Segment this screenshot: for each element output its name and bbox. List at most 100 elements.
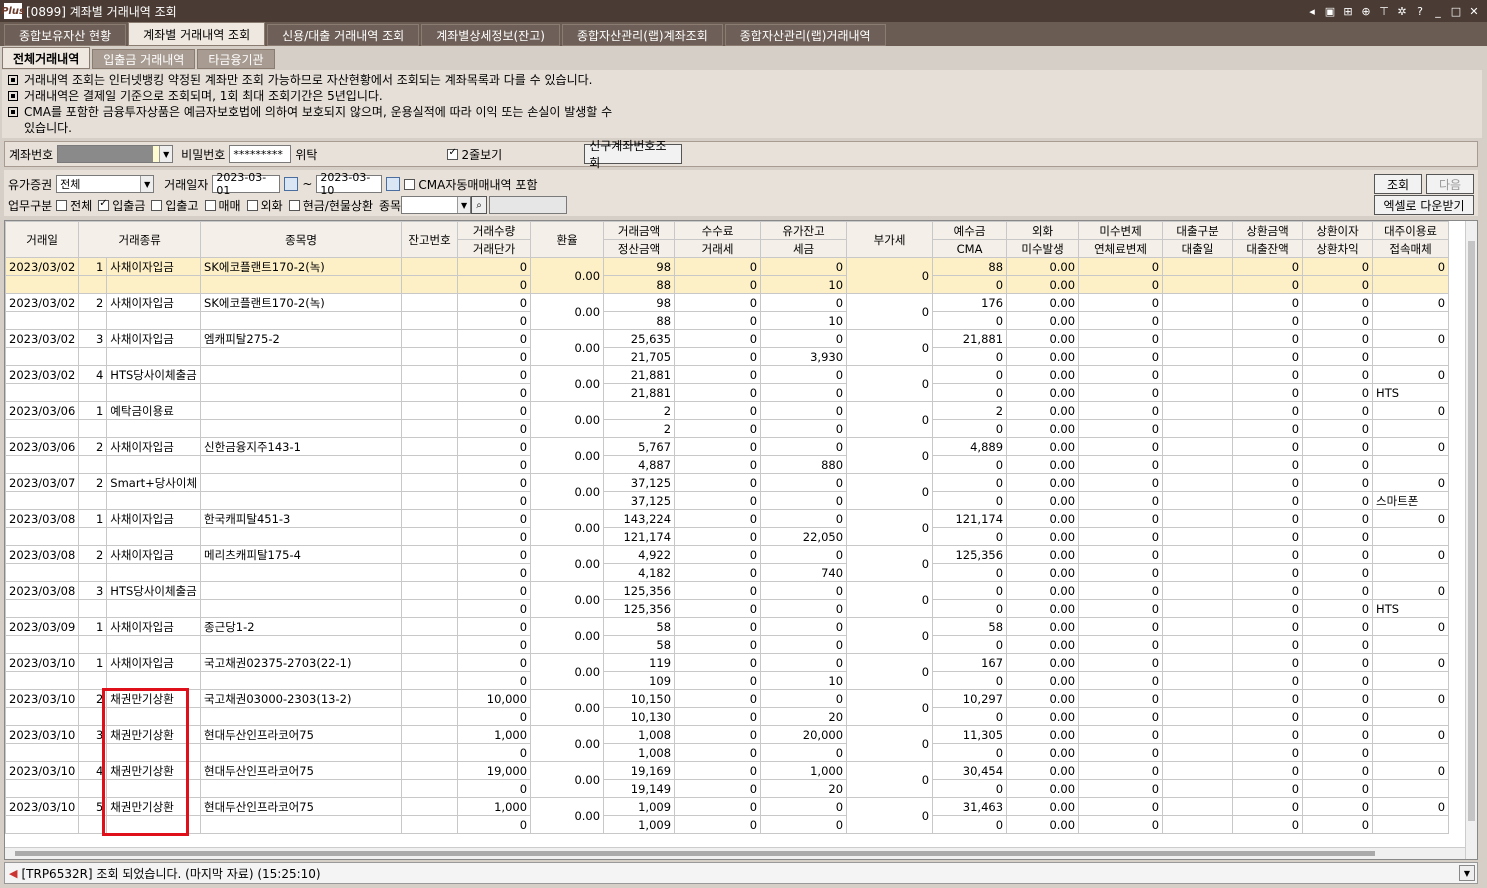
- table-row[interactable]: 2023/03/08 3 HTS당사이체출금 0 0.00 125,356 0 0 0 0 0.00…: [5, 581, 1450, 618]
- table-row[interactable]: 2023/03/10 5 채권만기상환 현대두산인프라코어75 1,000 0.00 1,0…: [5, 797, 1450, 834]
- cma-checkbox[interactable]: [404, 178, 416, 190]
- tab-wrap-history[interactable]: 종합자산관리(랩)거래내역: [724, 24, 886, 46]
- link-icon[interactable]: ⊞: [1341, 5, 1355, 18]
- cell-date: 2023/03/10: [5, 689, 80, 708]
- calendar-icon[interactable]: [386, 177, 401, 191]
- table-row[interactable]: 2023/03/08 2 사채이자입금 메리츠캐피탈175-4 0 0.00 4,922 0 0…: [5, 545, 1450, 582]
- cell-qty: 0: [457, 617, 532, 636]
- cell-qty: 10,000: [457, 689, 532, 708]
- table-row-sub[interactable]: 0 4,887 0 880 0 0.00 0 0 0: [5, 455, 1450, 474]
- next-button[interactable]: 다음: [1426, 174, 1474, 194]
- tab-account-history[interactable]: 계좌별 거래내역 조회: [128, 22, 266, 46]
- cell-overdue-repay: 0: [1078, 491, 1164, 510]
- cell-date: 2023/03/06: [5, 401, 80, 420]
- chevron-down-icon[interactable]: ▼: [159, 146, 173, 162]
- scroll-thumb[interactable]: [15, 851, 1375, 856]
- zoom-icon[interactable]: ⊕: [1359, 5, 1373, 18]
- table-row[interactable]: 2023/03/07 2 Smart+당사이체 0 0.00 37,125 0 0 0 0 0.00…: [5, 473, 1450, 510]
- cell-repay-interest: 0: [1302, 293, 1374, 312]
- table-row[interactable]: 2023/03/06 1 예탁금이용료 0 0.00 2 0 0 0 2 0.00 0 0 0 0: [5, 401, 1450, 438]
- tab-other-institution[interactable]: 타금융기관: [197, 49, 275, 69]
- opt-deposit-checkbox[interactable]: [98, 198, 110, 211]
- tab-asset-status[interactable]: 종합보유자산 현황: [4, 24, 127, 46]
- minimize-icon[interactable]: _: [1431, 5, 1445, 18]
- table-row-sub[interactable]: 0 109 0 10 0 0.00 0 0 0: [5, 671, 1450, 690]
- cell-type: 사채이자입금: [106, 509, 202, 528]
- date-from-input[interactable]: 2023-03-01: [212, 171, 281, 197]
- table-row[interactable]: 2023/03/09 1 사채이자입금 종근당1-2 0 0.00 58 0 0 0 58 0.00 0…: [5, 617, 1450, 654]
- col-name: 종목명: [200, 221, 403, 258]
- password-input[interactable]: *********: [229, 145, 292, 163]
- maximize-icon[interactable]: □: [1449, 5, 1463, 18]
- tab-account-detail[interactable]: 계좌별상세정보(잔고): [421, 24, 560, 46]
- settings-icon[interactable]: ✲: [1395, 5, 1409, 18]
- table-row[interactable]: 2023/03/10 1 사채이자입금 국고채권02375-2703(22-1) 0 0.…: [5, 653, 1450, 690]
- opt-fx-checkbox[interactable]: [246, 199, 258, 211]
- table-row-sub[interactable]: 0 88 0 10 0 0.00 0 0 0: [5, 311, 1450, 330]
- cell-overdue-repay: 0: [1078, 707, 1164, 726]
- table-row[interactable]: 2023/03/02 1 사채이자입금 SK에코플랜트170-2(녹) 0 0.00 98 0…: [5, 257, 1450, 294]
- vertical-scrollbar[interactable]: [1465, 221, 1477, 859]
- table-row-sub[interactable]: 0 4,182 0 740 0 0.00 0 0 0: [5, 563, 1450, 582]
- page-icon[interactable]: ▣: [1323, 5, 1337, 18]
- cell-loan-date: [1162, 275, 1234, 294]
- table-row-sub[interactable]: 0 1,008 0 0 0 0.00 0 0 0: [5, 743, 1450, 762]
- chevron-down-icon[interactable]: ▼: [140, 176, 154, 192]
- table-row-sub[interactable]: 0 10,130 0 20 0 0.00 0 0 0: [5, 707, 1450, 726]
- table-row[interactable]: 2023/03/10 3 채권만기상환 현대두산인프라코어75 1,000 0.00 1,0…: [5, 725, 1450, 762]
- tab-credit-loan[interactable]: 신용/대출 거래내역 조회: [267, 24, 420, 46]
- table-row[interactable]: 2023/03/02 2 사채이자입금 SK에코플랜트170-2(녹) 0 0.00 98 0…: [5, 293, 1450, 330]
- account-select[interactable]: ▼: [57, 145, 174, 163]
- table-row-sub[interactable]: 0 21,881 0 0 0 0.00 0 0 0 HTS: [5, 383, 1450, 402]
- opt-all-checkbox[interactable]: [56, 199, 68, 211]
- opt-cash-checkbox[interactable]: [288, 199, 300, 211]
- chevron-down-icon[interactable]: ▼: [457, 197, 471, 213]
- opt-transfer-checkbox[interactable]: [151, 199, 163, 211]
- chevron-down-icon[interactable]: ▼: [1459, 865, 1475, 881]
- search-button[interactable]: 조회: [1374, 174, 1422, 194]
- horizontal-scrollbar[interactable]: [5, 847, 1465, 859]
- securities-select[interactable]: 전체 ▼: [56, 175, 155, 193]
- table-row-sub[interactable]: 0 2 0 0 0 0.00 0 0 0: [5, 419, 1450, 438]
- search-icon[interactable]: ⌕: [471, 196, 488, 214]
- date-to-input[interactable]: 2023-03-10: [316, 171, 383, 197]
- table-row-sub[interactable]: 0 58 0 0 0 0.00 0 0 0: [5, 635, 1450, 654]
- new-account-lookup-button[interactable]: 신구계좌번호조회: [584, 139, 683, 170]
- tack-icon[interactable]: ⊤: [1377, 5, 1391, 18]
- close-icon[interactable]: ✕: [1467, 5, 1481, 18]
- table-row-sub[interactable]: 0 21,705 0 3,930 0 0.00 0 0 0: [5, 347, 1450, 366]
- cell-name: 엠캐피탈275-2: [200, 329, 403, 348]
- cell-fx: 0.00: [1006, 329, 1080, 348]
- cell-repay-interest: 0: [1302, 365, 1374, 384]
- table-row[interactable]: 2023/03/06 2 사채이자입금 신한금융지주143-1 0 0.00 5,767 0 0…: [5, 437, 1450, 474]
- cell-name: [200, 401, 403, 420]
- table-row-sub[interactable]: 0 121,174 0 22,050 0 0.00 0 0 0: [5, 527, 1450, 546]
- cell-name: 현대두산인프라코어75: [200, 761, 403, 780]
- tab-wrap-account[interactable]: 종합자산관리(랩)계좌조회: [561, 24, 723, 46]
- cell-stock-balance: 0: [760, 365, 848, 384]
- cell-unit-price: 0: [457, 455, 532, 474]
- pin-icon[interactable]: ◂: [1305, 5, 1319, 18]
- cell-balance-no: [401, 653, 459, 672]
- excel-download-button[interactable]: 엑셀로 다운받기: [1374, 195, 1474, 215]
- calendar-icon[interactable]: [284, 177, 299, 191]
- help-icon[interactable]: ?: [1413, 5, 1427, 18]
- table-row[interactable]: 2023/03/10 4 채권만기상환 현대두산인프라코어75 19,000 0.00 19…: [5, 761, 1450, 798]
- tab-deposit-withdraw[interactable]: 입출금 거래내역: [92, 49, 196, 69]
- table-row-sub[interactable]: 0 88 0 10 0 0.00 0 0 0: [5, 275, 1450, 294]
- table-row[interactable]: 2023/03/10 2 채권만기상환 국고채권03000-2303(13-2) 10,…: [5, 689, 1450, 726]
- two-line-checkbox[interactable]: [447, 147, 459, 160]
- table-row-sub[interactable]: 0 1,009 0 0 0 0.00 0 0 0: [5, 815, 1450, 834]
- table-row[interactable]: 2023/03/02 3 사채이자입금 엠캐피탈275-2 0 0.00 25,635 0 0 0…: [5, 329, 1450, 366]
- table-row-sub[interactable]: 0 37,125 0 0 0 0.00 0 0 0 스마트폰: [5, 491, 1450, 510]
- tab-all-transactions[interactable]: 전체거래내역: [2, 47, 91, 69]
- table-row[interactable]: 2023/03/02 4 HTS당사이체출금 0 0.00 21,881 0 0 0 0 0.00 0…: [5, 365, 1450, 402]
- scroll-thumb[interactable]: [1468, 241, 1475, 821]
- table-row-sub[interactable]: 0 19,149 0 20 0 0.00 0 0 0: [5, 779, 1450, 798]
- table-row-sub[interactable]: 0 125,356 0 0 0 0.00 0 0 0 HTS: [5, 599, 1450, 618]
- item-select[interactable]: ▼: [401, 196, 472, 214]
- opt-trade-checkbox[interactable]: [204, 199, 216, 211]
- cell-balance-no: [401, 635, 459, 654]
- cell-tax: 0: [760, 383, 848, 402]
- table-row[interactable]: 2023/03/08 1 사채이자입금 한국캐피탈451-3 0 0.00 143,224 0…: [5, 509, 1450, 546]
